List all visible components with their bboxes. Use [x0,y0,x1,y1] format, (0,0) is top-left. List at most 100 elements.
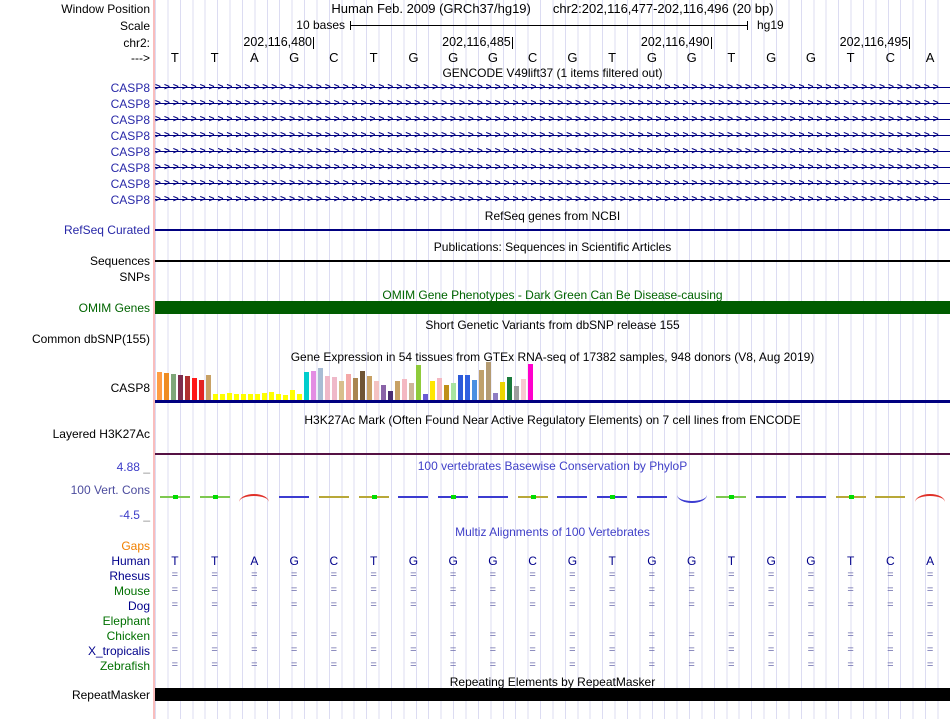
gtex-tissue-bar[interactable] [528,364,533,400]
multiz-species-label[interactable]: X_tropicalis [0,644,150,658]
multiz-species-label[interactable]: Zebrafish [0,659,150,673]
multiz-species-label[interactable]: Mouse [0,584,150,598]
gtex-tissue-bar[interactable] [269,392,274,400]
gencode-transcript-row[interactable]: >>>>>>>>>>>>>>>>>>>>>>>>>>>>>>>>>>>>>>>>… [155,96,950,112]
gtex-tissue-bar[interactable] [367,376,372,400]
repeatmasker-label[interactable]: RepeatMasker [0,688,150,702]
h3k27ac-label[interactable]: Layered H3K27Ac [0,427,150,441]
gtex-tissue-bar[interactable] [374,381,379,400]
phylop-mark-dash [557,496,587,498]
multiz-species-label[interactable]: Rhesus [0,569,150,583]
gtex-gene-label[interactable]: CASP8 [0,381,150,395]
gtex-tissue-bar[interactable] [304,372,309,400]
gtex-tissue-bar[interactable] [192,378,197,400]
gtex-tissue-bar[interactable] [395,381,400,400]
gtex-tissue-bar[interactable] [325,376,330,400]
gtex-tissue-bar[interactable] [318,368,323,400]
multiz-identity-mark: = [523,659,543,671]
h3k27ac-signal-line[interactable] [155,453,950,455]
gtex-tissue-bar[interactable] [430,381,435,400]
phylop-track-label[interactable]: 100 Vert. Cons [0,483,150,497]
gtex-tissue-bar[interactable] [416,365,421,400]
publications-sequences-item[interactable] [155,260,950,262]
gtex-tissue-bar[interactable] [514,386,519,400]
gtex-tissue-bar[interactable] [290,390,295,400]
refseq-curated-label[interactable]: RefSeq Curated [0,223,150,237]
gencode-transcript-row[interactable]: >>>>>>>>>>>>>>>>>>>>>>>>>>>>>>>>>>>>>>>>… [155,144,950,160]
track-title-multiz[interactable]: Multiz Alignments of 100 Vertebrates [155,525,950,539]
gtex-tissue-bar[interactable] [402,379,407,400]
reference-base-letter: A [920,50,940,65]
multiz-species-label[interactable]: Elephant [0,614,150,628]
gtex-tissue-bar[interactable] [332,377,337,400]
gencode-transcript-row[interactable]: >>>>>>>>>>>>>>>>>>>>>>>>>>>>>>>>>>>>>>>>… [155,192,950,208]
gtex-tissue-bar[interactable] [507,377,512,400]
gtex-tissue-bar[interactable] [178,375,183,400]
track-title-h3k27ac[interactable]: H3K27Ac Mark (Often Found Near Active Re… [155,413,950,427]
track-title-phylop[interactable]: 100 vertebrates Basewise Conservation by… [155,459,950,473]
gencode-gene-label[interactable]: CASP8 [0,193,150,207]
gtex-tissue-bar[interactable] [493,393,498,400]
multiz-species-label[interactable]: Human [0,554,150,568]
multiz-identity-mark: = [523,569,543,581]
refseq-curated-item[interactable] [155,229,950,231]
track-title-publications[interactable]: Publications: Sequences in Scientific Ar… [155,240,950,254]
gtex-tissue-bar[interactable] [444,385,449,400]
gtex-tissue-bar[interactable] [339,381,344,400]
omim-gene-bar[interactable] [155,301,950,314]
gtex-tissue-bar[interactable] [388,391,393,400]
gtex-tissue-bar[interactable] [360,371,365,400]
track-title-gencode[interactable]: GENCODE V49lift37 (1 items filtered out) [155,66,950,80]
gtex-tissue-bar[interactable] [437,378,442,400]
gencode-gene-label[interactable]: CASP8 [0,161,150,175]
sequences-label[interactable]: Sequences [0,254,150,268]
gtex-tissue-bar[interactable] [353,378,358,400]
gtex-tissue-bar[interactable] [164,373,169,400]
gtex-baseline[interactable] [155,400,950,403]
gencode-transcript-row[interactable]: >>>>>>>>>>>>>>>>>>>>>>>>>>>>>>>>>>>>>>>>… [155,112,950,128]
gencode-transcript-row[interactable]: >>>>>>>>>>>>>>>>>>>>>>>>>>>>>>>>>>>>>>>>… [155,128,950,144]
gtex-tissue-bar[interactable] [500,382,505,400]
gencode-gene-label[interactable]: CASP8 [0,97,150,111]
gtex-tissue-bar[interactable] [521,379,526,400]
multiz-species-label[interactable]: Dog [0,599,150,613]
gtex-tissue-bar[interactable] [451,383,456,400]
gtex-tissue-bar[interactable] [171,374,176,400]
gencode-transcript-row[interactable]: >>>>>>>>>>>>>>>>>>>>>>>>>>>>>>>>>>>>>>>>… [155,160,950,176]
gtex-tissue-bar[interactable] [458,375,463,400]
track-title-refseq[interactable]: RefSeq genes from NCBI [155,209,950,223]
gtex-tissue-bar[interactable] [311,371,316,400]
gencode-gene-label[interactable]: CASP8 [0,81,150,95]
gencode-gene-label[interactable]: CASP8 [0,113,150,127]
common-dbsnp-label[interactable]: Common dbSNP(155) [0,332,150,346]
multiz-species-label[interactable]: Gaps [0,539,150,553]
gtex-tissue-bar[interactable] [381,385,386,400]
gencode-transcript-row[interactable]: >>>>>>>>>>>>>>>>>>>>>>>>>>>>>>>>>>>>>>>>… [155,80,950,96]
track-title-repeatmasker[interactable]: Repeating Elements by RepeatMasker [155,675,950,689]
gencode-gene-label[interactable]: CASP8 [0,145,150,159]
gtex-tissue-bar[interactable] [227,393,232,400]
gtex-tissue-bar[interactable] [479,370,484,400]
gtex-tissue-bar[interactable] [185,376,190,400]
gencode-gene-label[interactable]: CASP8 [0,177,150,191]
gencode-transcript-row[interactable]: >>>>>>>>>>>>>>>>>>>>>>>>>>>>>>>>>>>>>>>>… [155,176,950,192]
gencode-gene-label[interactable]: CASP8 [0,129,150,143]
gtex-tissue-bar[interactable] [157,372,162,400]
gtex-tissue-bar[interactable] [199,380,204,400]
gtex-tissue-bar[interactable] [486,362,491,400]
gtex-tissue-bar[interactable] [262,393,267,400]
gtex-tissue-bar[interactable] [206,375,211,400]
gtex-tissue-bar[interactable] [465,375,470,400]
repeatmasker-element-bar[interactable] [155,688,950,701]
multiz-identity-mark: = [523,629,543,641]
gtex-tissue-bar[interactable] [409,383,414,400]
track-title-omim[interactable]: OMIM Gene Phenotypes - Dark Green Can Be… [155,288,950,302]
gtex-tissue-bar[interactable] [346,374,351,400]
multiz-species-label[interactable]: Chicken [0,629,150,643]
omim-genes-label[interactable]: OMIM Genes [0,301,150,315]
gtex-tissue-bar[interactable] [472,380,477,400]
multiz-identity-mark: = [841,584,861,596]
snps-label[interactable]: SNPs [0,270,150,284]
track-title-dbsnp[interactable]: Short Genetic Variants from dbSNP releas… [155,318,950,332]
multiz-identity-mark: = [880,569,900,581]
